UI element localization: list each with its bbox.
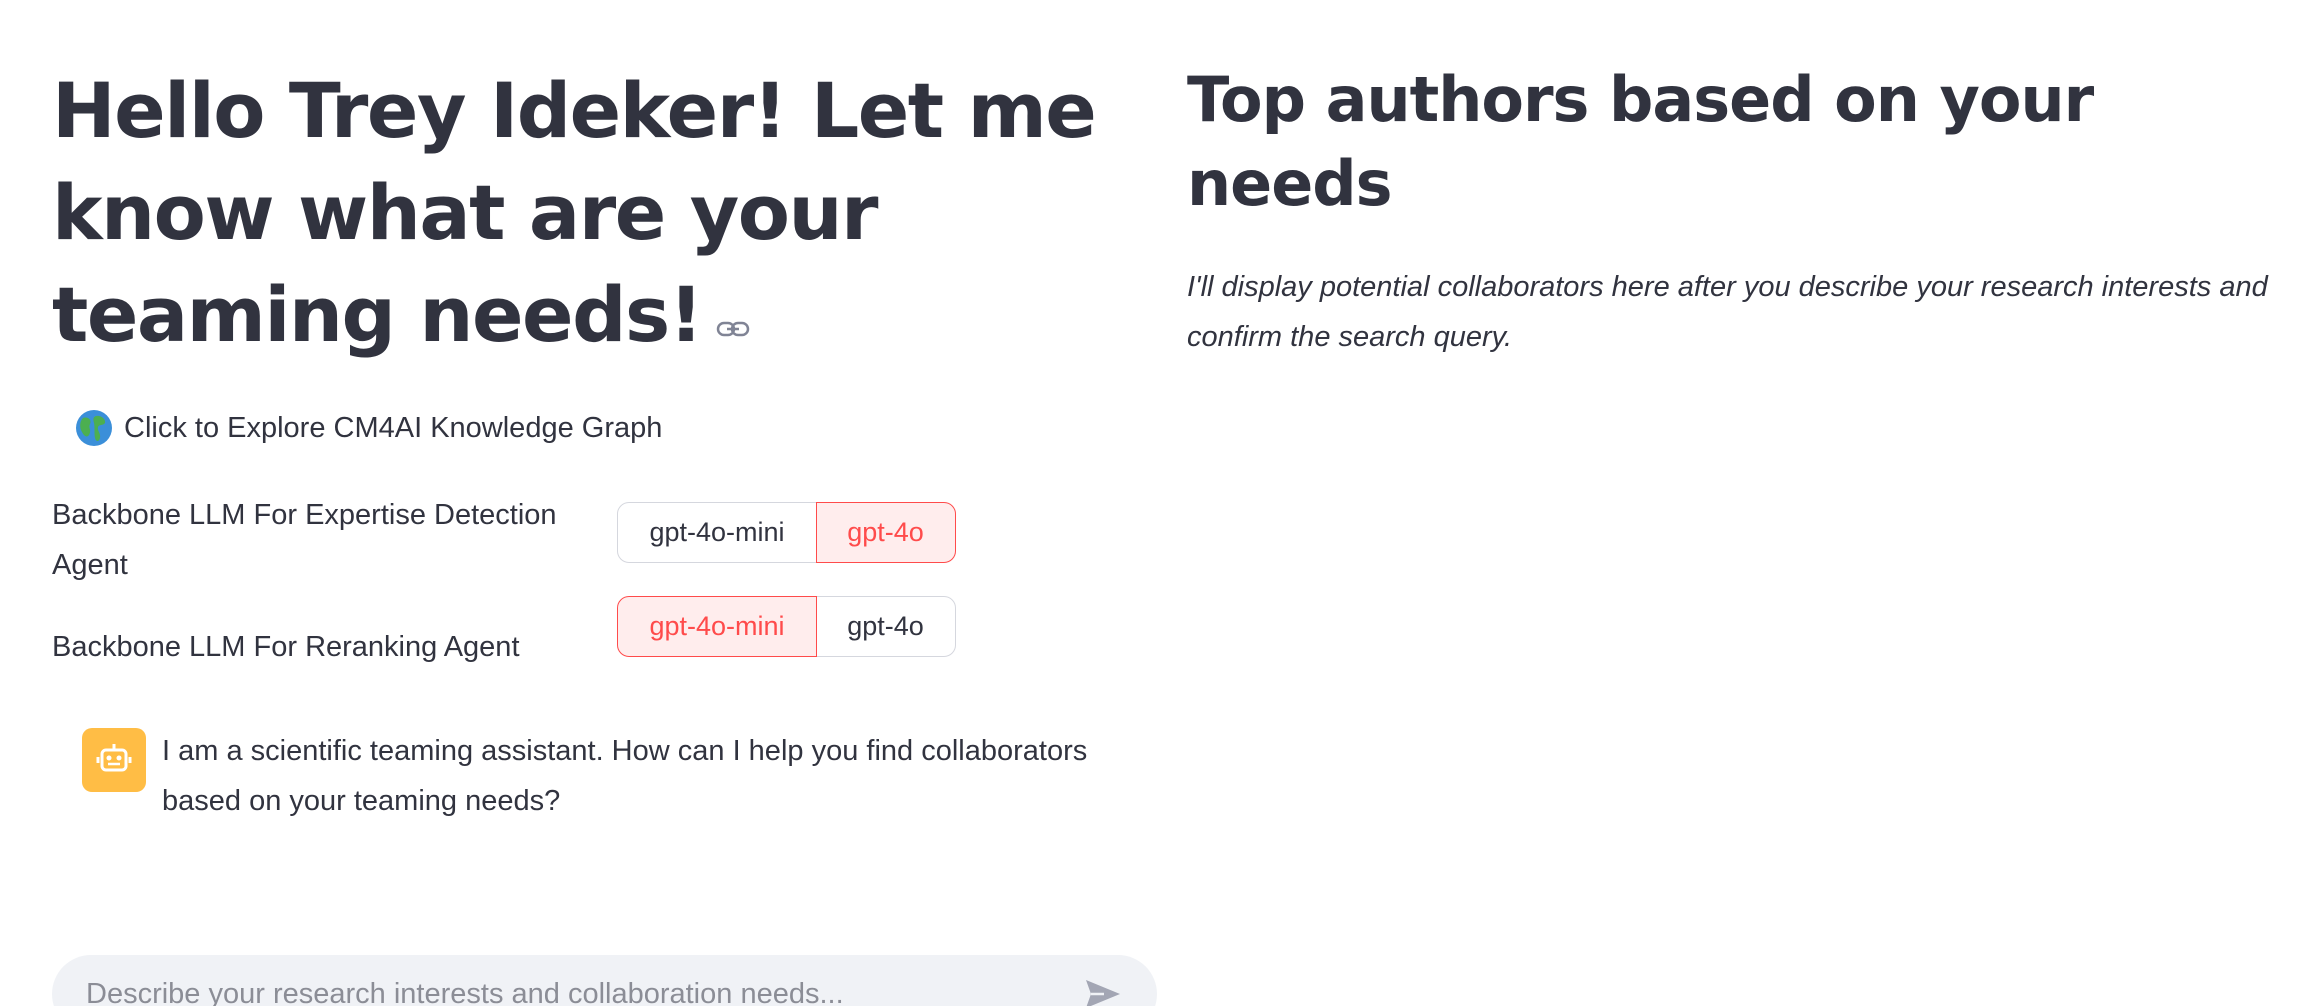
left-column: Hello Trey Ideker! Let me know what are … [52, 60, 1162, 1006]
send-button[interactable] [1081, 972, 1125, 1006]
chat-input-container [52, 955, 1157, 1006]
robot-icon [82, 728, 146, 792]
reranking-option-gpt-4o[interactable]: gpt-4o [815, 596, 956, 657]
results-placeholder: I'll display potential collaborators her… [1187, 271, 2268, 353]
explore-link-label: Click to Explore CM4AI Knowledge Graph [124, 411, 663, 444]
reranking-agent-setting: Backbone LLM For Reranking Agent [52, 622, 572, 672]
reranking-agent-label: Backbone LLM For Reranking Agent [52, 631, 520, 663]
expertise-agent-selector: gpt-4o-mini gpt-4o [617, 502, 956, 563]
reranking-option-gpt-4o-mini[interactable]: gpt-4o-mini [617, 596, 817, 657]
right-column: Top authors based on your needs I'll dis… [1187, 58, 2287, 362]
expertise-option-gpt-4o-mini[interactable]: gpt-4o-mini [617, 502, 817, 563]
send-icon [1086, 980, 1120, 1006]
globe-icon [76, 410, 112, 446]
expertise-agent-setting: Backbone LLM For Expertise Detection Age… [52, 490, 572, 590]
page-title: Hello Trey Ideker! Let me know what are … [52, 60, 1162, 366]
explore-knowledge-graph-link[interactable]: Click to Explore CM4AI Knowledge Graph [74, 408, 662, 448]
app-page: Hello Trey Ideker! Let me know what are … [0, 0, 2317, 1006]
chat-input[interactable] [84, 976, 1081, 1006]
results-title: Top authors based on your needs [1187, 63, 2094, 220]
assistant-message: I am a scientific teaming assistant. How… [82, 728, 1142, 826]
reranking-agent-selector: gpt-4o-mini gpt-4o [617, 596, 956, 657]
greeting-text: Hello Trey Ideker! Let me know what are … [52, 66, 1097, 359]
assistant-message-text: I am a scientific teaming assistant. How… [162, 735, 1088, 817]
link-icon[interactable] [716, 319, 750, 339]
expertise-option-gpt-4o[interactable]: gpt-4o [815, 502, 956, 563]
expertise-agent-label: Backbone LLM For Expertise Detection Age… [52, 499, 557, 581]
